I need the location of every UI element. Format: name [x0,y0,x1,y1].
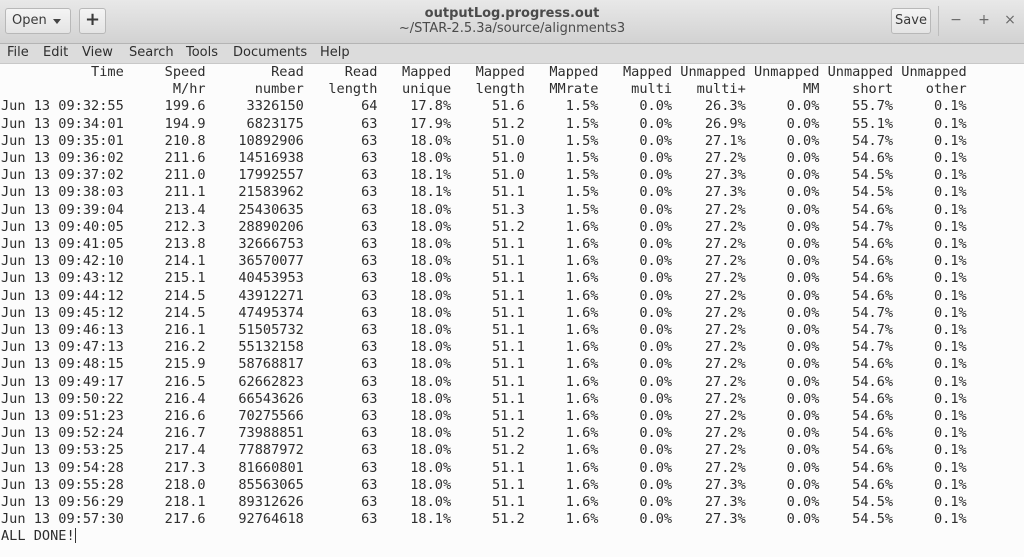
log-row: Jun 13 09:37:02 211.0 17992557 63 18.1% … [1,167,967,184]
close-icon[interactable]: × [1002,12,1018,28]
menu-view[interactable]: View [82,45,113,60]
log-row: Jun 13 09:55:28 218.0 85563065 63 18.0% … [1,476,967,493]
menu-bar: File Edit View Search Tools Documents He… [0,44,1024,64]
log-row: Jun 13 09:34:01 194.9 6823175 63 17.9% 5… [1,115,967,132]
log-row: Jun 13 09:39:04 213.4 25430635 63 18.0% … [1,201,967,218]
log-row: Jun 13 09:42:10 214.1 36570077 63 18.0% … [1,253,967,270]
log-row: Jun 13 09:51:23 216.6 70275566 63 18.0% … [1,408,967,425]
text-editor[interactable]: Time Speed Read Read Mapped Mapped Mappe… [0,64,1024,557]
file-name: outputLog.progress.out [424,6,600,21]
log-row: Jun 13 09:32:55 199.6 3326150 64 17.8% 5… [1,98,967,115]
log-row: Jun 13 09:47:13 216.2 55132158 63 18.0% … [1,339,967,356]
log-row: Jun 13 09:57:30 217.6 92764618 63 18.1% … [1,511,967,528]
log-footer: ALL DONE! [1,528,75,545]
menu-search[interactable]: Search [129,45,174,60]
log-row: Jun 13 09:35:01 210.8 10892906 63 18.0% … [1,132,967,149]
title-bar: Open + outputLog.progress.out ~/STAR-2.5… [0,0,1024,44]
log-row: Jun 13 09:53:25 217.4 77887972 63 18.0% … [1,442,967,459]
minimize-icon[interactable]: − [948,12,964,28]
text-cursor [74,528,76,544]
log-header-line-2: M/hr number length unique length MMrate … [172,81,967,98]
log-row: Jun 13 09:36:02 211.6 14516938 63 18.0% … [1,150,967,167]
log-row: Jun 13 09:46:13 216.1 51505732 63 18.0% … [1,322,967,339]
menu-help[interactable]: Help [320,45,350,60]
log-text[interactable]: Time Speed Read Read Mapped Mapped Mappe… [0,64,1024,546]
log-row: Jun 13 09:49:17 216.5 62662823 63 18.0% … [1,373,967,390]
menu-documents[interactable]: Documents [233,45,307,60]
menu-tools[interactable]: Tools [186,45,218,60]
log-row: Jun 13 09:41:05 213.8 32666753 63 18.0% … [1,236,967,253]
separator [938,6,939,36]
log-row: Jun 13 09:48:15 215.9 58768817 63 18.0% … [1,356,967,373]
log-row: Jun 13 09:40:05 212.3 28890206 63 18.0% … [1,218,967,235]
window-title: outputLog.progress.out ~/STAR-2.5.3a/sou… [0,6,1024,36]
file-path: ~/STAR-2.5.3a/source/alignments3 [398,21,626,36]
log-row: Jun 13 09:44:12 214.5 43912271 63 18.0% … [1,287,967,304]
maximize-icon[interactable]: + [976,12,992,28]
menu-edit[interactable]: Edit [43,45,68,60]
log-row: Jun 13 09:43:12 215.1 40453953 63 18.0% … [1,270,967,287]
log-row: Jun 13 09:38:03 211.1 21583962 63 18.1% … [1,184,967,201]
menu-file[interactable]: File [7,45,29,60]
log-row: Jun 13 09:56:29 218.1 89312626 63 18.0% … [1,494,967,511]
log-row: Jun 13 09:52:24 216.7 73988851 63 18.0% … [1,425,967,442]
log-header-line-1: Time Speed Read Read Mapped Mapped Mappe… [91,64,967,80]
log-row: Jun 13 09:45:12 214.5 47495374 63 18.0% … [1,304,967,321]
log-row: Jun 13 09:50:22 216.4 66543626 63 18.0% … [1,390,967,407]
log-row: Jun 13 09:54:28 217.3 81660801 63 18.0% … [1,459,967,476]
save-button[interactable]: Save [891,8,931,34]
